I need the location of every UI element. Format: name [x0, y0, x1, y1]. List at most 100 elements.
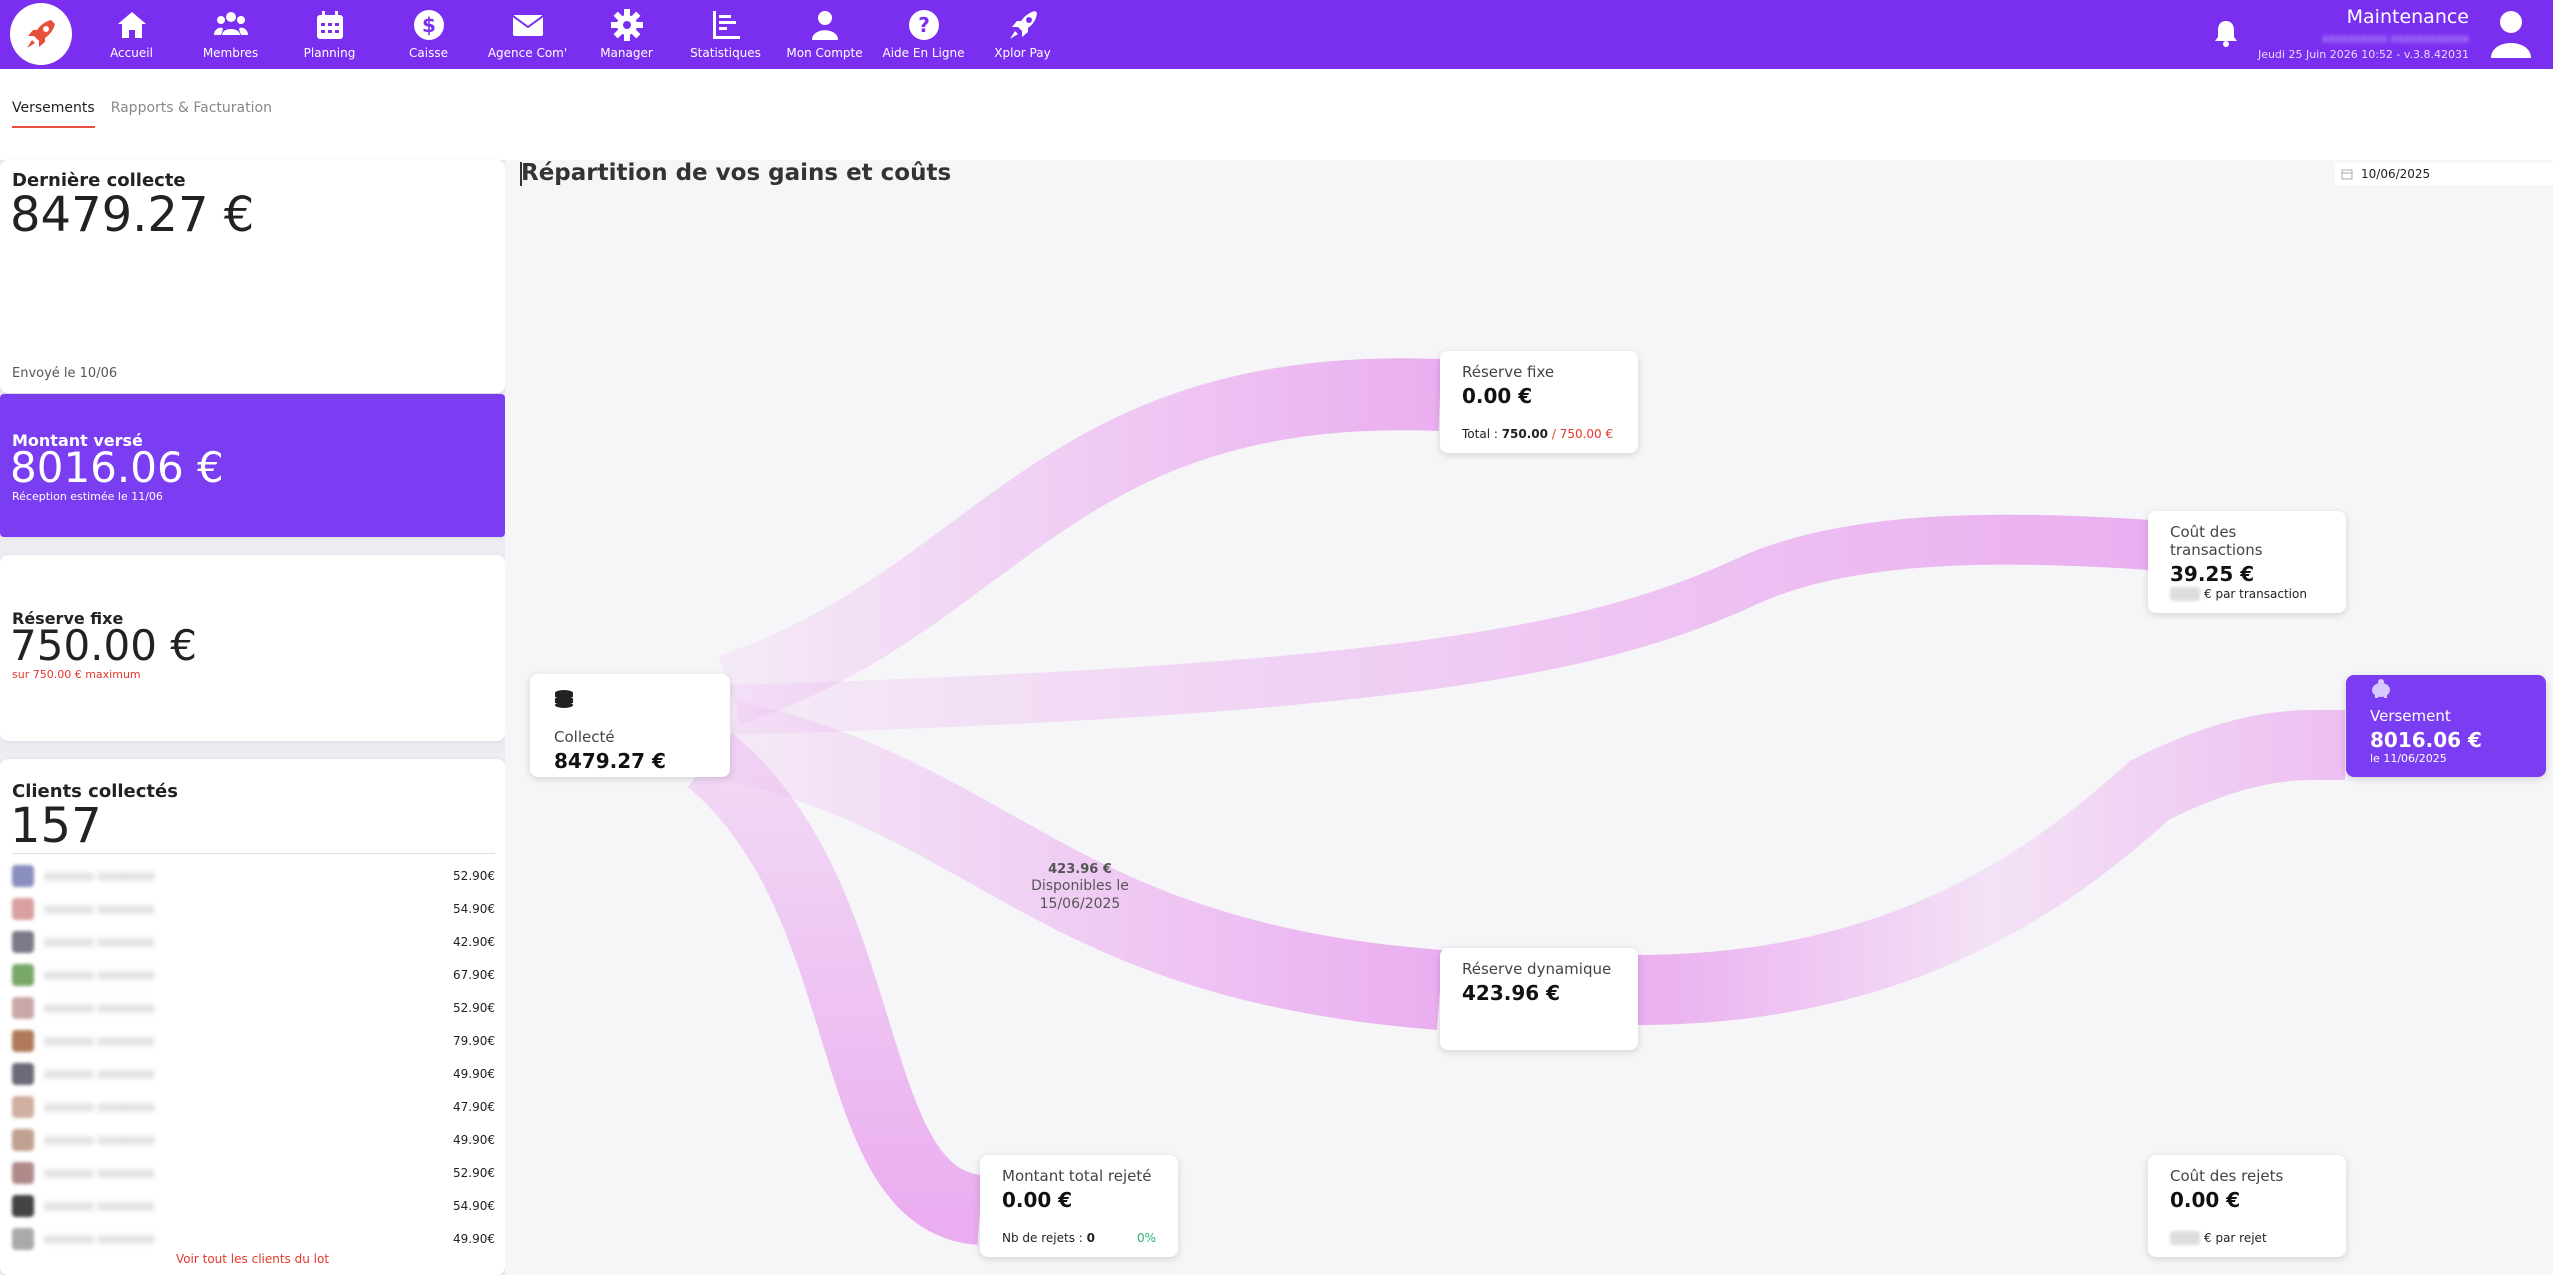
- node-value: 423.96 €: [1462, 981, 1561, 1005]
- card-count: 157: [10, 798, 102, 854]
- nav-planning[interactable]: Planning: [280, 0, 379, 69]
- node-value: 0.00 €: [1462, 384, 1533, 408]
- client-avatar: [12, 1194, 34, 1217]
- client-avatar: [12, 897, 34, 920]
- app-logo[interactable]: [10, 3, 72, 65]
- client-avatar: [12, 1095, 34, 1118]
- client-identity: xxxxxxx xxxxxxxx: [12, 897, 154, 920]
- sankey-panel: [505, 160, 2553, 1275]
- tab-rapports-facturation[interactable]: Rapports & Facturation: [111, 100, 272, 128]
- card-montant-verse: Montant versé 8016.06 € Réception estimé…: [0, 394, 505, 537]
- divider: [12, 853, 495, 854]
- nav-manager[interactable]: Manager: [577, 0, 676, 69]
- client-amount: 52.90€: [453, 1000, 495, 1015]
- client-amount: 79.90€: [453, 1033, 495, 1048]
- annotation-line2: 15/06/2025: [1039, 895, 1121, 912]
- nav-label: Planning: [303, 46, 356, 60]
- tab-versements[interactable]: Versements: [12, 100, 95, 128]
- client-identity: xxxxxxx xxxxxxxx: [12, 1128, 155, 1151]
- client-amount: 52.90€: [453, 1165, 495, 1180]
- nav-caisse[interactable]: $ Caisse: [379, 0, 478, 69]
- client-row[interactable]: xxxxxxx xxxxxxxx 49.90€: [12, 1123, 495, 1156]
- card-amount: 750.00 €: [10, 621, 198, 670]
- node-reserve-dynamique[interactable]: Réserve dynamique 423.96 €: [1440, 948, 1638, 1050]
- client-row[interactable]: xxxxxxx xxxxxxxx 79.90€: [12, 1024, 495, 1057]
- card-derniere-collecte: Dernière collecte 8479.27 € Envoyé le 10…: [0, 160, 505, 393]
- dollar-icon: $: [413, 10, 444, 40]
- node-versement[interactable]: Versement 8016.06 € le 11/06/2025: [2346, 675, 2546, 777]
- client-row[interactable]: xxxxxxx xxxxxxxx 49.90€: [12, 1222, 495, 1255]
- svg-text:$: $: [422, 13, 436, 37]
- page-title: Répartition de vos gains et coûts: [521, 160, 952, 186]
- client-identity: xxxxxxx xxxxxxxx: [12, 963, 154, 986]
- node-montant-rejete[interactable]: Montant total rejeté 0.00 € Nb de rejets…: [980, 1155, 1178, 1257]
- client-amount: 52.90€: [453, 868, 495, 883]
- node-label: Coût des transactions: [2170, 523, 2263, 559]
- node-label: Collecté: [554, 728, 615, 746]
- client-name-redacted: xxxxxxx xxxxxxxx: [44, 1132, 155, 1147]
- avatar-icon[interactable]: [2488, 8, 2534, 58]
- gear-icon: [610, 9, 643, 41]
- client-avatar: [12, 1227, 34, 1250]
- client-avatar: [12, 1062, 34, 1085]
- client-row[interactable]: xxxxxxx xxxxxxxx 42.90€: [12, 925, 495, 958]
- node-footer: Nb de rejets : 0 0%: [1002, 1231, 1156, 1245]
- node-value: 0.00 €: [1002, 1188, 1073, 1212]
- client-identity: xxxxxxx xxxxxxxx: [12, 1029, 155, 1052]
- client-row[interactable]: xxxxxxx xxxxxxxx 52.90€: [12, 1156, 495, 1189]
- mail-icon: [511, 15, 544, 36]
- nav-accueil[interactable]: Accueil: [82, 0, 181, 69]
- foot-count: 0: [1086, 1231, 1095, 1245]
- node-value: 0.00 €: [2170, 1188, 2241, 1212]
- client-row[interactable]: xxxxxxx xxxxxxxx 49.90€: [12, 1057, 495, 1090]
- reject-percent: 0%: [1136, 1231, 1156, 1245]
- rocket-icon: [1009, 11, 1037, 39]
- client-avatar: [12, 1161, 34, 1184]
- nav-membres[interactable]: Membres: [181, 0, 280, 69]
- client-row[interactable]: xxxxxxx xxxxxxxx 54.90€: [12, 1189, 495, 1222]
- bell-icon[interactable]: [2211, 18, 2241, 48]
- client-amount: 49.90€: [453, 1066, 495, 1081]
- client-row[interactable]: xxxxxxx xxxxxxxx 52.90€: [12, 991, 495, 1024]
- client-identity: xxxxxxx xxxxxxxx: [12, 1194, 154, 1217]
- node-cout-rejets[interactable]: Coût des rejets 0.00 € € par rejet: [2148, 1155, 2346, 1257]
- client-row[interactable]: xxxxxxx xxxxxxxx 54.90€: [12, 892, 495, 925]
- see-all-clients-link[interactable]: Voir tout les clients du lot: [0, 1252, 505, 1266]
- client-name-redacted: xxxxxxx xxxxxxxx: [44, 1033, 155, 1048]
- client-row[interactable]: xxxxxxx xxxxxxxx 47.90€: [12, 1090, 495, 1123]
- members-icon: [213, 12, 248, 35]
- client-amount: 47.90€: [453, 1099, 495, 1114]
- node-value: 8016.06 €: [2370, 728, 2482, 752]
- node-reserve-fixe[interactable]: Réserve fixe 0.00 € Total : 750.00 / 750…: [1440, 351, 1638, 453]
- redacted-value: [2170, 587, 2200, 601]
- foot-max: / 750.00 €: [1548, 427, 1614, 441]
- foot-text: € par transaction: [2204, 586, 2307, 601]
- client-row[interactable]: xxxxxxx xxxxxxxx 67.90€: [12, 958, 495, 991]
- nav-agence-com[interactable]: Agence Com': [478, 0, 577, 69]
- chart-icon: [712, 11, 740, 39]
- client-amount: 54.90€: [453, 1198, 495, 1213]
- nav-mon-compte[interactable]: Mon Compte: [775, 0, 874, 69]
- user-role: Maintenance: [2346, 6, 2469, 28]
- client-name-redacted: xxxxxxx xxxxxxxx: [44, 1000, 155, 1015]
- nav-aide-en-ligne[interactable]: ? Aide En Ligne: [874, 0, 973, 69]
- client-avatar: [12, 1128, 34, 1151]
- node-footer: Total : 750.00 / 750.00 €: [1462, 427, 1613, 441]
- client-amount: 49.90€: [453, 1132, 495, 1147]
- client-row[interactable]: xxxxxxx xxxxxxxx 52.90€: [12, 859, 495, 892]
- client-name-redacted: xxxxxxx xxxxxxxx: [44, 1066, 155, 1081]
- coins-icon: [555, 690, 573, 708]
- card-note: Envoyé le 10/06: [12, 366, 118, 381]
- annotation-line1: Disponibles le: [1031, 878, 1129, 895]
- client-name-redacted: xxxxxxx xxxxxxxx: [44, 1165, 155, 1180]
- client-amount: 67.90€: [453, 967, 495, 982]
- node-collecte[interactable]: Collecté 8479.27 €: [530, 674, 730, 777]
- date-picker[interactable]: 10/06/2025: [2335, 163, 2553, 185]
- nav-xplor-pay[interactable]: Xplor Pay: [973, 0, 1072, 69]
- user-name-redacted: xxxxxxxxxx xxxxxxxxxxxx: [2322, 32, 2469, 45]
- client-identity: xxxxxxx xxxxxxxx: [12, 996, 155, 1019]
- node-label: Montant total rejeté: [1002, 1167, 1152, 1185]
- node-cout-transactions[interactable]: Coût des transactions 39.25 € € par tran…: [2148, 511, 2346, 613]
- foot-text: € par rejet: [2204, 1230, 2267, 1245]
- nav-statistiques[interactable]: Statistiques: [676, 0, 775, 69]
